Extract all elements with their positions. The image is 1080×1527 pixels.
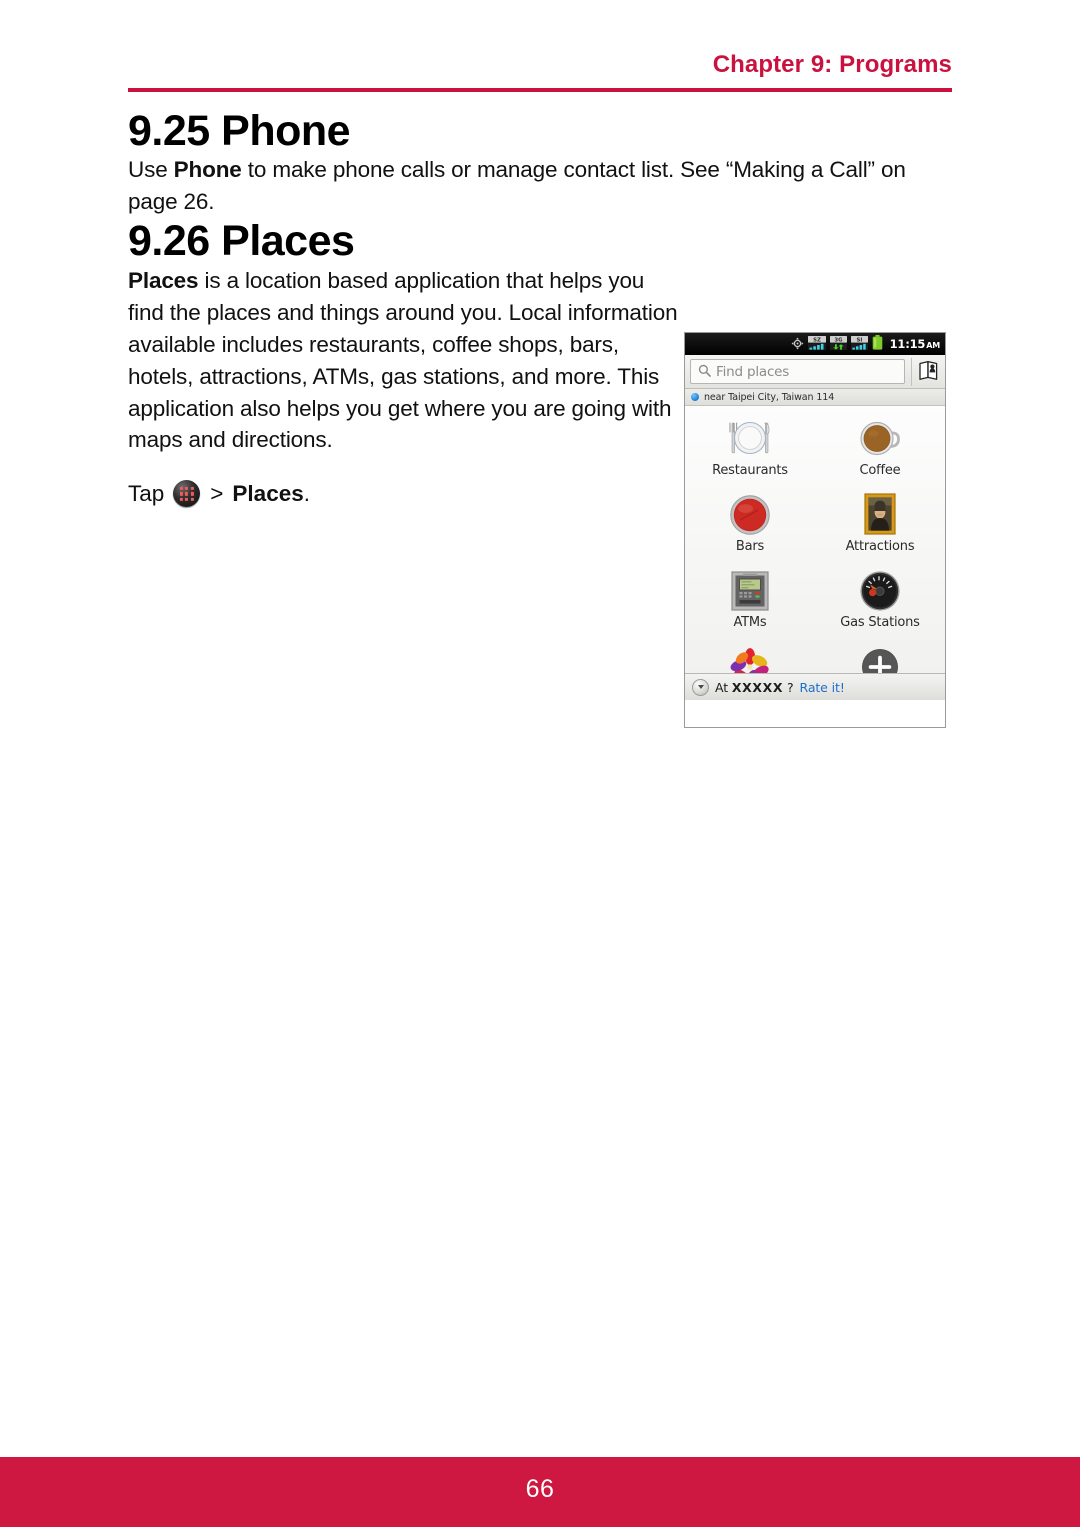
paragraph-phone-suffix: to make phone calls or manage contact li… bbox=[128, 157, 906, 215]
paragraph-places: Places is a location based application t… bbox=[128, 265, 684, 457]
bottle-cap-icon bbox=[728, 492, 772, 538]
signal-bars-icon: SZ bbox=[807, 335, 826, 354]
phone-search-row: Find places bbox=[685, 355, 945, 389]
rate-prompt-prefix: At bbox=[715, 679, 732, 695]
blue-location-dot-icon bbox=[691, 393, 699, 401]
app-drawer-icon bbox=[173, 480, 201, 508]
category-restaurants[interactable]: Restaurants bbox=[685, 416, 815, 492]
search-divider bbox=[911, 357, 912, 386]
running-header: Chapter 9: Programs bbox=[128, 51, 952, 78]
search-input[interactable]: Find places bbox=[690, 359, 905, 384]
location-text: near Taipei City, Taiwan 114 bbox=[704, 391, 835, 403]
svg-text:SZ: SZ bbox=[813, 337, 821, 343]
footer-band: 66 bbox=[0, 1457, 1080, 1527]
category-coffee[interactable]: Coffee bbox=[815, 416, 945, 492]
category-label: Gas Stations bbox=[840, 615, 920, 630]
section-heading-places: 9.26 Places bbox=[128, 217, 355, 266]
coffee-cup-icon bbox=[857, 416, 903, 462]
category-bars[interactable]: Bars bbox=[685, 492, 815, 568]
tap-target-label: Places bbox=[232, 480, 304, 506]
svg-text:SI: SI bbox=[856, 337, 862, 343]
chevron-down-circle-icon[interactable] bbox=[692, 678, 709, 696]
phone-status-bar: SZ 3G SI 11:15AM bbox=[685, 333, 945, 355]
plate-utensils-icon bbox=[725, 416, 775, 462]
paragraph-places-suffix: is a location based application that hel… bbox=[128, 267, 678, 453]
category-label: Attractions bbox=[845, 539, 915, 554]
section-heading-phone: 9.25 Phone bbox=[128, 107, 351, 155]
page-number: 66 bbox=[525, 1475, 555, 1503]
data-3g-icon: 3G bbox=[829, 335, 847, 354]
chapter-title: Chapter 9: Programs bbox=[712, 51, 952, 78]
rate-prompt: At XXXXX ? bbox=[715, 680, 794, 695]
category-label: Coffee bbox=[859, 463, 901, 478]
search-placeholder: Find places bbox=[716, 363, 790, 380]
category-label: Bars bbox=[735, 539, 765, 554]
rate-prompt-placeholder: XXXXX bbox=[731, 679, 784, 695]
signal-bars-secondary-icon: SI bbox=[850, 335, 868, 354]
phone-location-row[interactable]: near Taipei City, Taiwan 114 bbox=[685, 389, 945, 406]
phone-screenshot: SZ 3G SI 11:15AM Find places near Taipei… bbox=[684, 332, 946, 728]
tap-label: Tap bbox=[128, 480, 165, 506]
framed-painting-icon bbox=[860, 492, 900, 538]
tap-period: . bbox=[303, 480, 310, 506]
category-row: ATMs Gas Stations bbox=[685, 568, 945, 644]
category-label: Restaurants bbox=[712, 463, 788, 478]
fuel-gauge-icon bbox=[858, 568, 902, 614]
atm-machine-icon bbox=[729, 568, 771, 614]
paragraph-phone-bold: Phone bbox=[173, 157, 242, 183]
magnifier-icon bbox=[698, 362, 711, 381]
category-row: Restaurants Coffee bbox=[685, 416, 945, 492]
rate-prompt-suffix: ? bbox=[783, 679, 794, 695]
paragraph-phone-prefix: Use bbox=[128, 157, 174, 183]
app-drawer-dots bbox=[179, 486, 194, 501]
tap-separator: > bbox=[210, 480, 224, 506]
phone-category-grid: Restaurants Coffee Bars Attractions ATMs… bbox=[685, 406, 945, 700]
category-label: ATMs bbox=[733, 615, 767, 630]
category-attractions[interactable]: Attractions bbox=[815, 492, 945, 568]
paragraph-phone: Use Phone to make phone calls or manage … bbox=[128, 154, 952, 218]
svg-text:3G: 3G bbox=[834, 337, 843, 343]
category-gas-stations[interactable]: Gas Stations bbox=[815, 568, 945, 644]
status-clock: 11:15AM bbox=[889, 337, 941, 351]
category-row: Bars Attractions bbox=[685, 492, 945, 568]
category-atms[interactable]: ATMs bbox=[685, 568, 815, 644]
paragraph-places-bold: Places bbox=[128, 267, 199, 293]
map-book-icon[interactable] bbox=[918, 359, 940, 385]
battery-icon bbox=[872, 334, 883, 354]
header-rule bbox=[128, 88, 952, 92]
gps-crosshair-icon bbox=[791, 335, 804, 354]
rate-it-link[interactable]: Rate it! bbox=[800, 680, 845, 695]
phone-rate-bar: At XXXXX ? Rate it! bbox=[685, 673, 945, 700]
